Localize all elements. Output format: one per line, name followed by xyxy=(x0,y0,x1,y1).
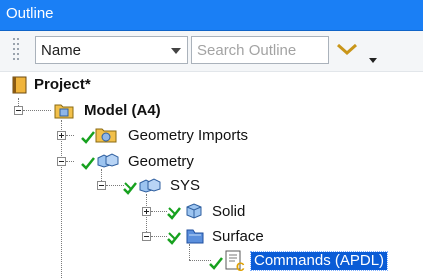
project-book-icon xyxy=(12,76,27,94)
tree-label-sys: SYS xyxy=(170,177,201,194)
sort-by-value: Name xyxy=(41,42,82,59)
sort-by-select[interactable]: Name xyxy=(35,36,188,64)
model-folder-icon xyxy=(54,104,74,119)
geometry-cubes-icon xyxy=(139,178,161,193)
chevron-down-icon[interactable] xyxy=(336,41,358,57)
collapse-toggle-sys[interactable] xyxy=(97,181,106,190)
check-status-icon xyxy=(209,257,223,270)
geometry-cubes-icon xyxy=(97,153,119,168)
tree-label-commands-apdl: Commands (APDL) xyxy=(249,251,389,271)
geometry-imports-folder-icon xyxy=(95,128,117,143)
search-outline-input[interactable] xyxy=(191,36,329,64)
dropdown-arrow-icon xyxy=(171,48,181,54)
outline-tree: Project* Model (A4) Geometry Imports Geo… xyxy=(0,72,423,278)
solid-body-icon xyxy=(186,203,202,219)
surface-body-icon xyxy=(186,229,204,244)
tree-label-project: Project* xyxy=(34,76,91,93)
check-status-icon xyxy=(167,207,181,220)
panel-title: Outline xyxy=(6,5,54,22)
check-status-icon xyxy=(167,232,181,245)
tree-label-surface: Surface xyxy=(212,228,264,245)
expand-toggle-geometry-imports[interactable] xyxy=(57,131,66,140)
expand-toggle-solid[interactable] xyxy=(142,207,151,216)
check-status-icon xyxy=(123,182,137,195)
tree-label-model: Model (A4) xyxy=(84,102,161,119)
tree-label-geometry: Geometry xyxy=(128,153,194,170)
collapse-toggle-surface[interactable] xyxy=(142,232,151,241)
tree-label-geometry-imports: Geometry Imports xyxy=(128,127,249,144)
toolbar-menu-arrow-icon[interactable] xyxy=(369,58,377,63)
collapse-toggle-geometry[interactable] xyxy=(57,157,66,166)
tree-label-solid: Solid xyxy=(212,203,246,220)
check-status-icon xyxy=(81,131,95,144)
check-status-icon xyxy=(81,157,95,170)
commands-document-icon: C xyxy=(225,250,245,272)
toolbar-grip-handle[interactable] xyxy=(13,38,20,64)
outline-toolbar: Name xyxy=(0,31,423,72)
collapse-toggle-model[interactable] xyxy=(14,106,23,115)
outline-title-bar: Outline xyxy=(0,0,423,31)
svg-text:C: C xyxy=(236,260,245,272)
